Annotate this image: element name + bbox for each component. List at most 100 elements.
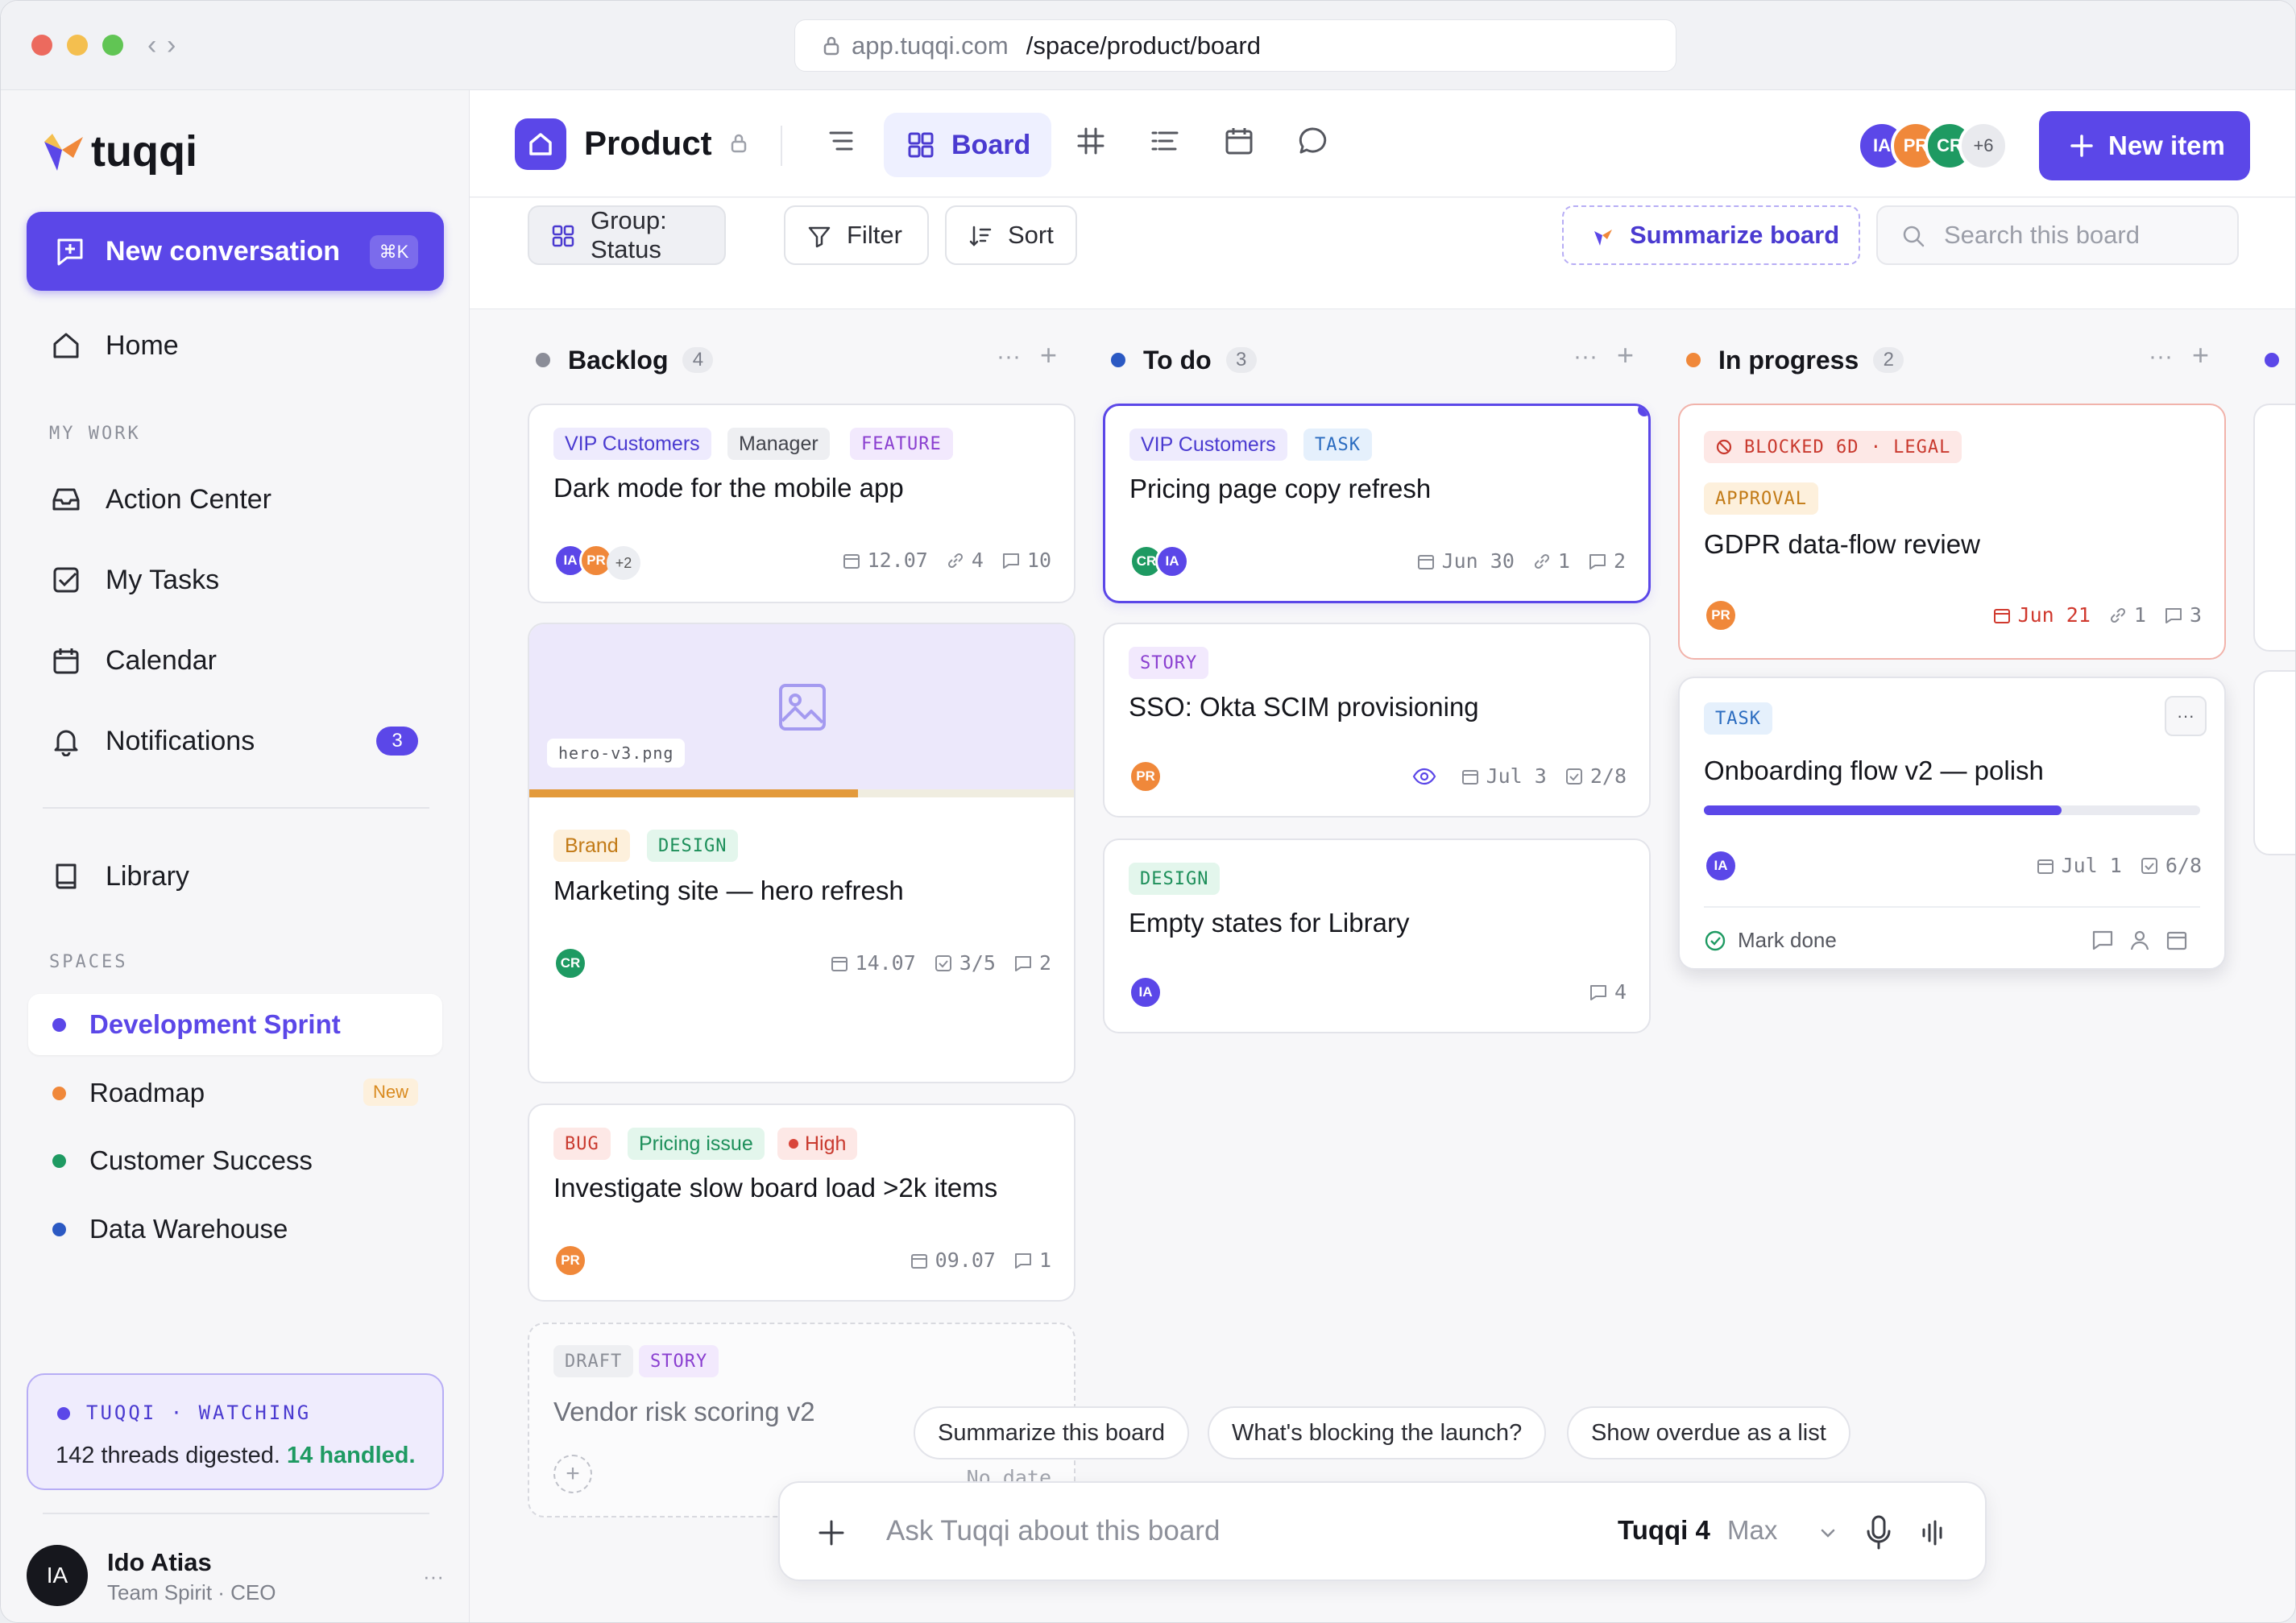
calendar-view-icon[interactable] — [1222, 124, 1256, 158]
due-date: 14.07 — [830, 951, 916, 975]
tab-board[interactable]: Board — [884, 113, 1051, 177]
close-window-button[interactable] — [31, 35, 52, 56]
group-by-button[interactable]: Group: Status — [528, 205, 726, 265]
calendar-icon — [53, 648, 79, 674]
tag: FEATURE — [850, 428, 953, 460]
suggestion-chip[interactable]: Show overdue as a list — [1567, 1406, 1850, 1459]
mark-done-button[interactable]: Mark done — [1704, 928, 1837, 953]
plus-icon[interactable] — [815, 1517, 848, 1549]
tag: DESIGN — [647, 830, 739, 862]
card-gdpr-review[interactable]: BLOCKED 6D · LEGAL APPROVAL GDPR data-fl… — [1678, 404, 2226, 660]
nav-calendar[interactable]: Calendar — [27, 629, 444, 692]
browser-window: ‹ › app.tuqqi.com /space/product/board t… — [0, 0, 2296, 1623]
card-next-column-partial[interactable] — [2253, 670, 2295, 855]
column-more-icon[interactable]: ··· — [1573, 343, 1598, 371]
card-more-button[interactable]: ··· — [2165, 696, 2207, 736]
maximize-window-button[interactable] — [102, 35, 123, 56]
nav-notifications[interactable]: Notifications 3 — [27, 710, 444, 772]
user-name: Ido Atias — [107, 1548, 212, 1576]
column-title: To do — [1143, 345, 1212, 375]
due-date-text: Jul 1 — [2061, 854, 2122, 877]
card-next-column-partial[interactable] — [2253, 404, 2295, 652]
column-count: 2 — [1873, 347, 1904, 373]
blocked-text: BLOCKED 6D · LEGAL — [1744, 437, 1951, 458]
filter-button[interactable]: Filter — [784, 205, 929, 265]
user-profile[interactable]: IA Ido Atias Team Spirit · CEO ··· — [27, 1537, 444, 1609]
brand-logo[interactable]: tuqqi — [38, 122, 197, 180]
space-roadmap[interactable]: Roadmap New — [28, 1062, 442, 1124]
tag: Pricing issue — [628, 1128, 765, 1160]
address-bar[interactable]: app.tuqqi.com /space/product/board — [794, 19, 1676, 72]
new-conversation-label: New conversation — [106, 235, 340, 267]
column-add-icon[interactable]: + — [2192, 338, 2209, 372]
card-empty-states[interactable]: DESIGN Empty states for Library IA 4 — [1103, 838, 1651, 1033]
ask-tuqqi-input[interactable]: Ask Tuqqi about this board Tuqqi 4 Max — [778, 1481, 1987, 1581]
plus-icon — [2070, 135, 2093, 157]
sort-button[interactable]: Sort — [945, 205, 1077, 265]
column-add-icon[interactable]: + — [1617, 338, 1634, 372]
card-dark-mode[interactable]: VIP Customers Manager FEATURE Dark mode … — [528, 404, 1075, 603]
assign-user-icon[interactable] — [2128, 928, 2152, 952]
card-meta: Jul 1 6/8 — [2018, 854, 2202, 877]
sort-icon — [969, 226, 992, 246]
bell-icon — [54, 730, 78, 756]
board-search-input[interactable]: Search this board — [1876, 205, 2239, 265]
nav-library-label: Library — [106, 860, 189, 892]
card-meta: Jun 21 1 3 — [1975, 603, 2202, 627]
suggestion-chip[interactable]: Summarize this board — [914, 1406, 1190, 1459]
card-slow-board-load[interactable]: BUG Pricing issue High Investigate slow … — [528, 1103, 1075, 1302]
suggestion-chip[interactable]: What's blocking the launch? — [1208, 1406, 1547, 1459]
microphone-icon[interactable] — [1863, 1513, 1895, 1552]
new-item-button[interactable]: New item — [2039, 111, 2250, 180]
card-title: Empty states for Library — [1129, 908, 1410, 938]
filter-label: Filter — [847, 221, 902, 249]
list-view-icon[interactable] — [824, 124, 858, 158]
voice-waveform-icon[interactable] — [1917, 1518, 1950, 1547]
comment-icon[interactable] — [2091, 928, 2115, 952]
nav-home[interactable]: Home — [27, 314, 444, 377]
space-customer-success[interactable]: Customer Success — [28, 1130, 442, 1191]
space-data-warehouse[interactable]: Data Warehouse — [28, 1199, 442, 1260]
book-icon — [56, 863, 77, 889]
card-hero-refresh[interactable]: hero-v3.png Brand DESIGN Marketing site … — [528, 623, 1075, 1083]
column-add-icon[interactable]: + — [1040, 338, 1057, 372]
space-dot — [52, 1087, 66, 1100]
table-view-icon[interactable] — [1074, 124, 1108, 158]
back-arrow-icon[interactable]: ‹ — [147, 30, 156, 61]
forward-arrow-icon[interactable]: › — [167, 30, 176, 61]
tag: DESIGN — [1129, 863, 1221, 895]
chevron-down-icon[interactable] — [1817, 1523, 1838, 1544]
filter-icon — [808, 226, 831, 248]
more-icon[interactable]: ··· — [423, 1564, 444, 1589]
comment-count: 1 — [1013, 1248, 1051, 1272]
nav-action-center[interactable]: Action Center — [27, 468, 444, 531]
model-tier[interactable]: Max — [1727, 1515, 1777, 1546]
space-icon — [515, 118, 566, 170]
nav-label: My Tasks — [106, 564, 220, 595]
priority-dot — [789, 1139, 798, 1149]
nav-my-tasks[interactable]: My Tasks — [27, 549, 444, 611]
sidebar-divider — [43, 1513, 429, 1514]
add-assignee-button[interactable]: + — [553, 1455, 592, 1493]
comment-icon — [1589, 984, 1606, 1000]
timeline-view-icon[interactable] — [1148, 124, 1182, 158]
card-sso-okta[interactable]: STORY SSO: Okta SCIM provisioning PR Jul… — [1103, 623, 1651, 818]
column-more-icon[interactable]: ··· — [997, 343, 1021, 371]
chat-view-icon[interactable] — [1296, 124, 1330, 158]
column-more-icon[interactable]: ··· — [2149, 343, 2173, 371]
avatar: IA — [1704, 849, 1738, 883]
tuqqi-watching-panel[interactable]: TUQQI · WATCHING 142 threads digested. 1… — [27, 1373, 444, 1490]
checklist-text: 3/5 — [959, 951, 996, 975]
nav-library[interactable]: Library — [27, 845, 444, 908]
link-icon — [2110, 607, 2125, 623]
space-development-sprint[interactable]: Development Sprint — [28, 994, 442, 1055]
card-pricing-page[interactable]: VIP Customers TASK Pricing page copy ref… — [1103, 404, 1651, 603]
spaces-heading: SPACES — [49, 952, 128, 972]
new-conversation-button[interactable]: New conversation ⌘K — [27, 212, 444, 291]
summarize-board-button[interactable]: Summarize board — [1562, 205, 1860, 265]
model-name[interactable]: Tuqqi 4 — [1618, 1515, 1710, 1546]
due-date-overdue: Jun 21 — [1992, 603, 2091, 627]
minimize-window-button[interactable] — [67, 35, 88, 56]
calendar-icon[interactable] — [2165, 928, 2189, 952]
card-onboarding-flow[interactable]: TASK ··· Onboarding flow v2 — polish IA … — [1678, 677, 2226, 970]
